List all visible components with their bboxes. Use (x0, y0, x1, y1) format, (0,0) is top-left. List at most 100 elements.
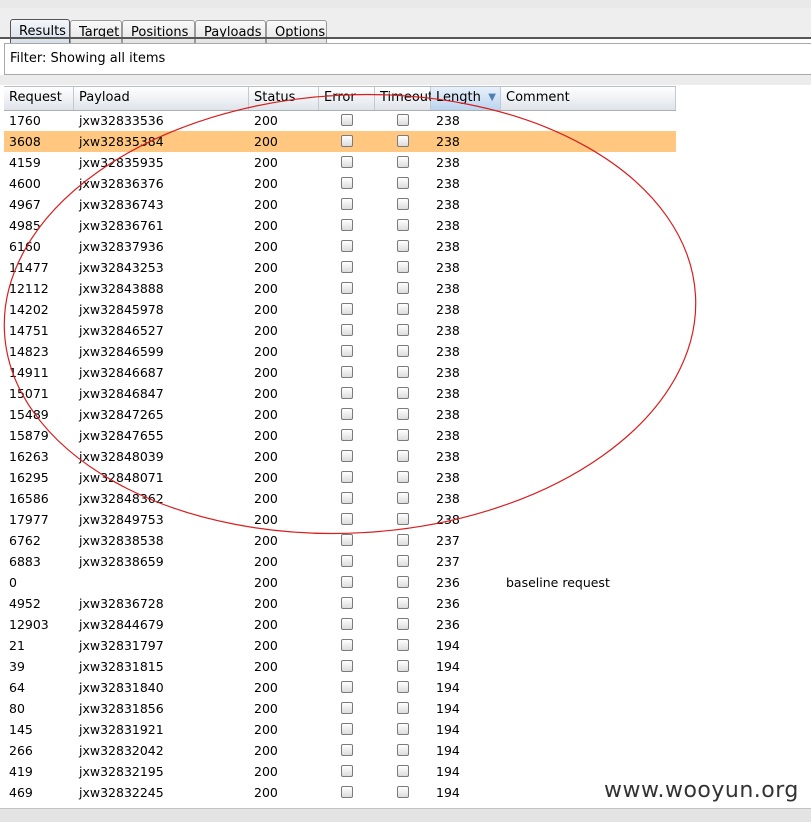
column-header-comment[interactable]: Comment (501, 87, 676, 110)
tab-payloads[interactable]: Payloads (195, 20, 266, 44)
tab-results[interactable]: Results (10, 19, 70, 45)
error-checkbox[interactable] (341, 576, 353, 588)
table-row[interactable]: 16586 jxw32848362 200 238 (4, 488, 676, 509)
error-checkbox[interactable] (341, 240, 353, 252)
timeout-checkbox[interactable] (397, 324, 409, 336)
table-row[interactable]: 4985 jxw32836761 200 238 (4, 215, 676, 236)
table-row[interactable]: 15879 jxw32847655 200 238 (4, 425, 676, 446)
timeout-checkbox[interactable] (397, 492, 409, 504)
timeout-checkbox[interactable] (397, 534, 409, 546)
table-row[interactable]: 39 jxw32831815 200 194 (4, 656, 676, 677)
timeout-checkbox[interactable] (397, 303, 409, 315)
timeout-checkbox[interactable] (397, 366, 409, 378)
table-row[interactable]: 80 jxw32831856 200 194 (4, 698, 676, 719)
timeout-checkbox[interactable] (397, 471, 409, 483)
error-checkbox[interactable] (341, 765, 353, 777)
table-row[interactable]: 266 jxw32832042 200 194 (4, 740, 676, 761)
error-checkbox[interactable] (341, 597, 353, 609)
table-row[interactable]: 6883 jxw32838659 200 237 (4, 551, 676, 572)
table-row[interactable]: 14911 jxw32846687 200 238 (4, 362, 676, 383)
table-row[interactable]: 14751 jxw32846527 200 238 (4, 320, 676, 341)
error-checkbox[interactable] (341, 471, 353, 483)
timeout-checkbox[interactable] (397, 198, 409, 210)
error-checkbox[interactable] (341, 429, 353, 441)
table-row[interactable]: 21 jxw32831797 200 194 (4, 635, 676, 656)
timeout-checkbox[interactable] (397, 240, 409, 252)
error-checkbox[interactable] (341, 534, 353, 546)
timeout-checkbox[interactable] (397, 177, 409, 189)
column-header-error[interactable]: Error (319, 87, 375, 110)
timeout-checkbox[interactable] (397, 513, 409, 525)
timeout-checkbox[interactable] (397, 429, 409, 441)
timeout-checkbox[interactable] (397, 786, 409, 798)
error-checkbox[interactable] (341, 156, 353, 168)
column-header-timeout[interactable]: Timeout (375, 87, 433, 110)
timeout-checkbox[interactable] (397, 261, 409, 273)
error-checkbox[interactable] (341, 450, 353, 462)
error-checkbox[interactable] (341, 198, 353, 210)
timeout-checkbox[interactable] (397, 744, 409, 756)
table-row[interactable]: 469 jxw32832245 200 194 (4, 782, 676, 803)
bottom-scrollbar[interactable] (0, 808, 811, 822)
column-header-request[interactable]: Request (4, 87, 74, 110)
table-row[interactable]: 12903 jxw32844679 200 236 (4, 614, 676, 635)
error-checkbox[interactable] (341, 219, 353, 231)
timeout-checkbox[interactable] (397, 618, 409, 630)
table-row[interactable]: 4600 jxw32836376 200 238 (4, 173, 676, 194)
timeout-checkbox[interactable] (397, 723, 409, 735)
table-row[interactable]: 17977 jxw32849753 200 238 (4, 509, 676, 530)
table-row[interactable]: 16263 jxw32848039 200 238 (4, 446, 676, 467)
timeout-checkbox[interactable] (397, 702, 409, 714)
table-row[interactable]: 3608 jxw32835384 200 238 (4, 131, 676, 152)
column-header-length[interactable]: Length ▼ (431, 87, 501, 110)
error-checkbox[interactable] (341, 366, 353, 378)
table-row[interactable]: 4967 jxw32836743 200 238 (4, 194, 676, 215)
table-row[interactable]: 15489 jxw32847265 200 238 (4, 404, 676, 425)
timeout-checkbox[interactable] (397, 219, 409, 231)
error-checkbox[interactable] (341, 492, 353, 504)
table-row[interactable]: 4159 jxw32835935 200 238 (4, 152, 676, 173)
timeout-checkbox[interactable] (397, 660, 409, 672)
timeout-checkbox[interactable] (397, 765, 409, 777)
timeout-checkbox[interactable] (397, 597, 409, 609)
error-checkbox[interactable] (341, 303, 353, 315)
timeout-checkbox[interactable] (397, 555, 409, 567)
filter-bar[interactable]: Filter: Showing all items (4, 43, 811, 75)
timeout-checkbox[interactable] (397, 156, 409, 168)
table-row[interactable]: 419 jxw32832195 200 194 (4, 761, 676, 782)
table-row[interactable]: 14202 jxw32845978 200 238 (4, 299, 676, 320)
timeout-checkbox[interactable] (397, 135, 409, 147)
error-checkbox[interactable] (341, 408, 353, 420)
column-header-status[interactable]: Status (249, 87, 319, 110)
table-row[interactable]: 15071 jxw32846847 200 238 (4, 383, 676, 404)
timeout-checkbox[interactable] (397, 114, 409, 126)
error-checkbox[interactable] (341, 639, 353, 651)
error-checkbox[interactable] (341, 324, 353, 336)
timeout-checkbox[interactable] (397, 639, 409, 651)
timeout-checkbox[interactable] (397, 450, 409, 462)
timeout-checkbox[interactable] (397, 282, 409, 294)
timeout-checkbox[interactable] (397, 408, 409, 420)
error-checkbox[interactable] (341, 177, 353, 189)
error-checkbox[interactable] (341, 282, 353, 294)
table-row[interactable]: 64 jxw32831840 200 194 (4, 677, 676, 698)
table-row[interactable]: 1760 jxw32833536 200 238 (4, 110, 676, 131)
table-row[interactable]: 12112 jxw32843888 200 238 (4, 278, 676, 299)
error-checkbox[interactable] (341, 114, 353, 126)
error-checkbox[interactable] (341, 555, 353, 567)
error-checkbox[interactable] (341, 660, 353, 672)
error-checkbox[interactable] (341, 618, 353, 630)
error-checkbox[interactable] (341, 702, 353, 714)
table-row[interactable]: 16295 jxw32848071 200 238 (4, 467, 676, 488)
tab-positions[interactable]: Positions (122, 20, 195, 44)
error-checkbox[interactable] (341, 387, 353, 399)
error-checkbox[interactable] (341, 135, 353, 147)
table-row[interactable]: 4952 jxw32836728 200 236 (4, 593, 676, 614)
error-checkbox[interactable] (341, 786, 353, 798)
table-row[interactable]: 11477 jxw32843253 200 238 (4, 257, 676, 278)
error-checkbox[interactable] (341, 345, 353, 357)
table-row[interactable]: 145 jxw32831921 200 194 (4, 719, 676, 740)
error-checkbox[interactable] (341, 513, 353, 525)
error-checkbox[interactable] (341, 261, 353, 273)
table-row[interactable]: 14823 jxw32846599 200 238 (4, 341, 676, 362)
